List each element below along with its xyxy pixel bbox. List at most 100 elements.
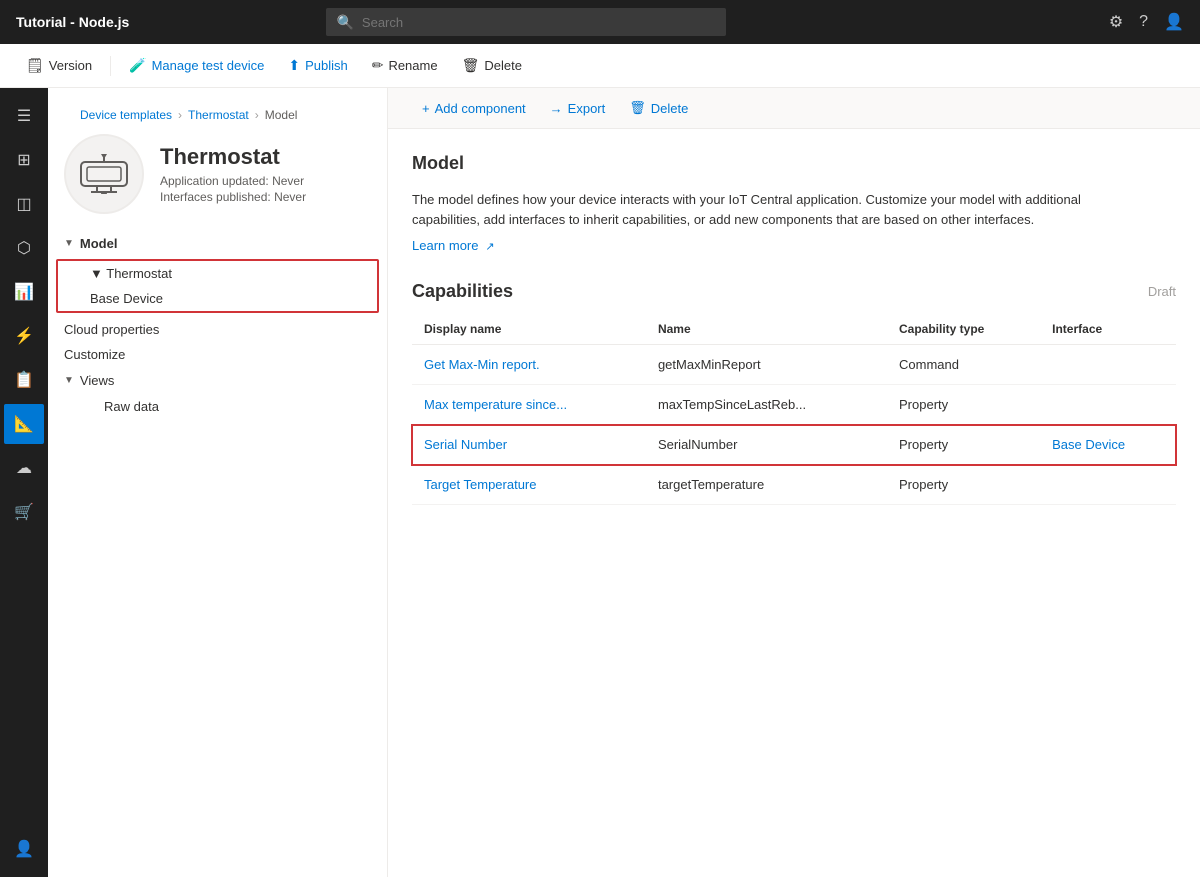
- base-device-label: Base Device: [90, 291, 163, 306]
- nav-devices[interactable]: ◫: [4, 184, 44, 224]
- sidebar-item-base-device[interactable]: Base Device: [58, 286, 377, 311]
- views-section-header[interactable]: ▼ Views: [48, 367, 387, 394]
- app-title: Tutorial - Node.js: [16, 14, 129, 30]
- help-icon[interactable]: ?: [1139, 13, 1148, 31]
- manage-test-device-button[interactable]: 🧪 Manage test device: [119, 53, 274, 78]
- search-input[interactable]: [362, 15, 717, 30]
- cloud-properties-label: Cloud properties: [64, 322, 159, 337]
- nav-deploy[interactable]: ☁: [4, 448, 44, 488]
- capability-link[interactable]: Get Max-Min report.: [424, 357, 540, 372]
- delete-button[interactable]: 🗑 Delete: [452, 53, 532, 78]
- model-section-title: Model: [412, 153, 1176, 174]
- learn-more-link[interactable]: Learn more: [412, 238, 478, 253]
- breadcrumb-device-templates[interactable]: Device templates: [80, 108, 172, 122]
- cell-name: maxTempSinceLastReb...: [646, 385, 887, 425]
- col-name: Name: [646, 314, 887, 345]
- draft-badge: Draft: [1148, 284, 1176, 299]
- table-row[interactable]: Max temperature since... maxTempSinceLast…: [412, 385, 1176, 425]
- nav-hamburger[interactable]: ☰: [4, 96, 44, 136]
- content-delete-icon: 🗑: [629, 100, 646, 116]
- model-section-header[interactable]: ▼ Model: [48, 230, 387, 257]
- capability-link[interactable]: Max temperature since...: [424, 397, 567, 412]
- model-description: The model defines how your device intera…: [412, 190, 1112, 229]
- template-meta-updated: Application updated: Never: [160, 174, 306, 188]
- thermostat-label: Thermostat: [106, 266, 172, 281]
- sidebar-item-thermostat[interactable]: ▼ Thermostat: [58, 261, 377, 286]
- table-row[interactable]: Target Temperature targetTemperaturePrope…: [412, 465, 1176, 505]
- cell-display-name[interactable]: Max temperature since...: [412, 385, 646, 425]
- main-layout: ☰ ⊞ ◫ ⬡ 📊 ⚡ 📋 📐 ☁ 🛒 👤 Device templates ›…: [0, 88, 1200, 877]
- template-icon-wrapper: [64, 134, 144, 214]
- nav-groups[interactable]: ⬡: [4, 228, 44, 268]
- rename-icon: ✏: [372, 57, 384, 74]
- cell-interface: [1040, 345, 1176, 385]
- table-row[interactable]: Serial NumberSerialNumberPropertyBase De…: [412, 425, 1176, 465]
- nav-admin[interactable]: 👤: [4, 829, 44, 869]
- breadcrumb-sep-2: ›: [255, 108, 259, 122]
- sidebar-item-raw-data[interactable]: Raw data: [48, 394, 387, 419]
- capability-link[interactable]: Serial Number: [424, 437, 507, 452]
- rename-button[interactable]: ✏ Rename: [362, 53, 448, 78]
- interface-link[interactable]: Base Device: [1052, 437, 1125, 452]
- settings-icon[interactable]: ⚙: [1109, 12, 1123, 32]
- nav-analytics[interactable]: 📊: [4, 272, 44, 312]
- raw-data-label: Raw data: [104, 399, 159, 414]
- export-button[interactable]: → Export: [540, 97, 616, 120]
- cell-interface[interactable]: Base Device: [1040, 425, 1176, 465]
- capability-link[interactable]: Target Temperature: [424, 477, 537, 492]
- nav-jobs[interactable]: 📋: [4, 360, 44, 400]
- thermostat-highlighted-block: ▼ Thermostat Base Device: [56, 259, 379, 313]
- customize-label: Customize: [64, 347, 125, 362]
- cell-display-name[interactable]: Serial Number: [412, 425, 646, 465]
- content-area: Device templates › Thermostat › Model: [48, 88, 1200, 877]
- sidebar-tree: ▼ Model ▼ Thermostat Base Device: [48, 222, 387, 877]
- cell-display-name[interactable]: Get Max-Min report.: [412, 345, 646, 385]
- cell-capability-type: Command: [887, 345, 1040, 385]
- sidebar-item-customize[interactable]: Customize: [48, 342, 387, 367]
- publish-label: Publish: [305, 58, 348, 73]
- template-info: Thermostat Application updated: Never In…: [160, 144, 306, 204]
- views-label: Views: [80, 373, 114, 388]
- cell-capability-type: Property: [887, 465, 1040, 505]
- nav-marketplace[interactable]: 🛒: [4, 492, 44, 532]
- account-icon[interactable]: 👤: [1164, 12, 1184, 32]
- table-header-row: Display name Name Capability type Interf…: [412, 314, 1176, 345]
- cell-name: getMaxMinReport: [646, 345, 887, 385]
- nav-templates[interactable]: 📐: [4, 404, 44, 444]
- content-delete-button[interactable]: 🗑 Delete: [619, 96, 698, 120]
- col-interface: Interface: [1040, 314, 1176, 345]
- search-icon: 🔍: [336, 14, 353, 31]
- sidebar-item-cloud-properties[interactable]: Cloud properties: [48, 317, 387, 342]
- capabilities-title: Capabilities: [412, 281, 513, 302]
- thermostat-chevron: ▼: [90, 266, 106, 281]
- publish-icon: ⬆: [288, 57, 300, 74]
- add-component-label: Add component: [435, 101, 526, 116]
- learn-more-wrap: Learn more ↗: [412, 237, 1176, 253]
- cell-name: targetTemperature: [646, 465, 887, 505]
- cell-display-name[interactable]: Target Temperature: [412, 465, 646, 505]
- tree-section-model: ▼ Model ▼ Thermostat Base Device: [48, 230, 387, 313]
- breadcrumb: Device templates › Thermostat › Model: [64, 100, 371, 122]
- version-button[interactable]: 🗒 Version: [16, 53, 102, 78]
- content-delete-label: Delete: [651, 101, 689, 116]
- cell-capability-type: Property: [887, 385, 1040, 425]
- delete-icon: 🗑: [462, 57, 480, 74]
- search-bar[interactable]: 🔍: [326, 8, 726, 36]
- breadcrumb-model: Model: [265, 108, 298, 122]
- template-meta-published: Interfaces published: Never: [160, 190, 306, 204]
- add-icon: +: [422, 101, 430, 116]
- nav-rules[interactable]: ⚡: [4, 316, 44, 356]
- add-component-button[interactable]: + Add component: [412, 97, 536, 120]
- topbar: Tutorial - Node.js 🔍 ⚙ ? 👤: [0, 0, 1200, 44]
- topbar-icons: ⚙ ? 👤: [1109, 12, 1184, 32]
- nav-dashboard[interactable]: ⊞: [4, 140, 44, 180]
- cell-name: SerialNumber: [646, 425, 887, 465]
- breadcrumb-sep-1: ›: [178, 108, 182, 122]
- publish-button[interactable]: ⬆ Publish: [278, 53, 357, 78]
- export-icon: →: [550, 101, 563, 116]
- main-content: + Add component → Export 🗑 Delete Model …: [388, 88, 1200, 877]
- content-body: Model The model defines how your device …: [388, 129, 1200, 529]
- manage-label: Manage test device: [152, 58, 265, 73]
- table-row[interactable]: Get Max-Min report. getMaxMinReportComman…: [412, 345, 1176, 385]
- breadcrumb-thermostat[interactable]: Thermostat: [188, 108, 249, 122]
